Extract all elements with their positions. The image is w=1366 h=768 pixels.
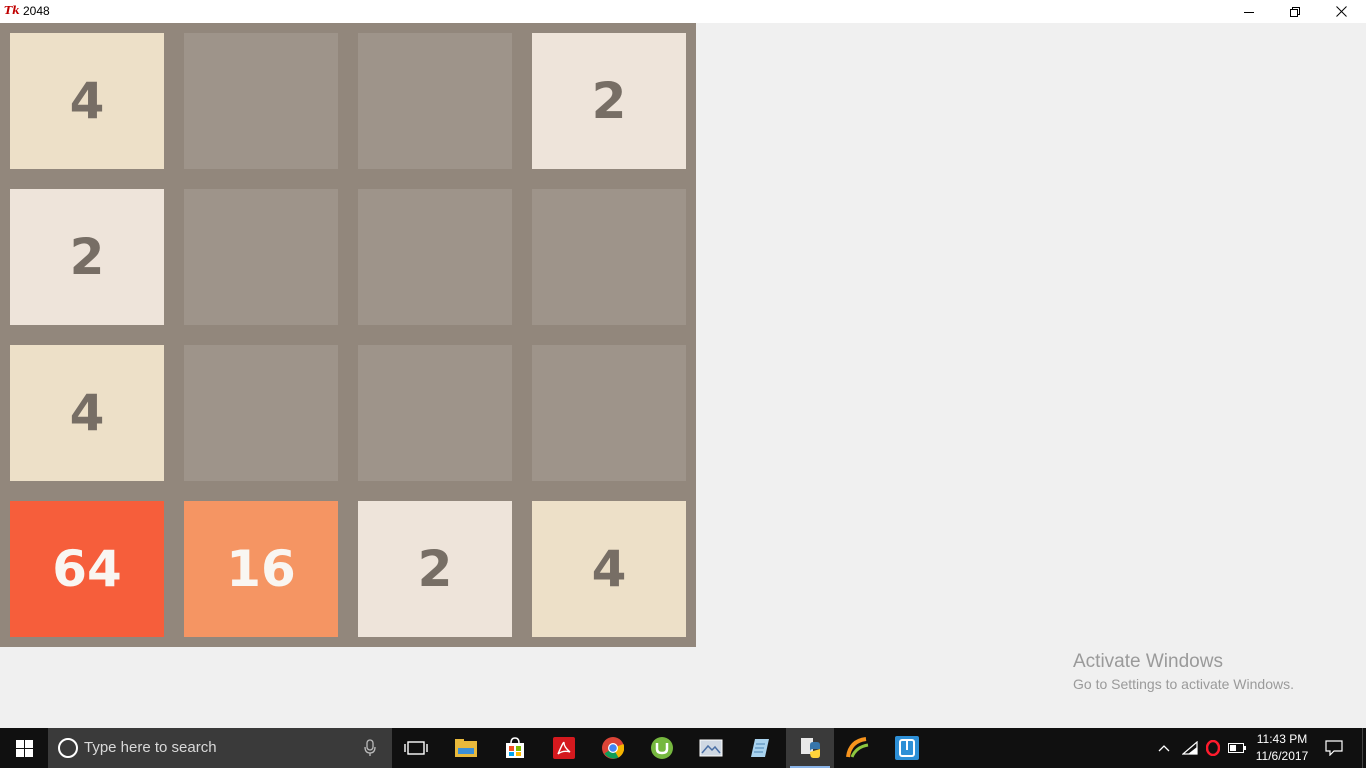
battery-button[interactable] [1226,728,1248,768]
opera-icon [1206,740,1220,756]
window-title: 2048 [23,4,50,18]
acrobat-icon [553,737,575,759]
empty-cell [358,33,512,169]
image-viewer-icon [699,739,723,757]
empty-cell [358,345,512,481]
window-titlebar: Tk 2048 [0,0,1366,23]
task-view-icon [404,741,428,755]
clock-time: 11:43 PM [1256,732,1308,746]
tile-value: 4 [69,384,105,442]
empty-cell [184,189,338,325]
close-button[interactable] [1318,0,1364,23]
acrobat-button[interactable] [540,728,588,768]
image-viewer-button[interactable] [687,728,735,768]
tile-16: 16 [184,501,338,637]
orange-app-button[interactable] [834,728,882,768]
tile-4: 4 [10,345,164,481]
python-icon [801,738,820,758]
store-icon [506,737,524,758]
chrome-button[interactable] [589,728,637,768]
notepad-icon [751,739,769,757]
empty-cell [532,345,686,481]
tile-2: 2 [10,189,164,325]
empty-cell [184,345,338,481]
minimize-icon [1244,11,1254,13]
taskbar-search-box[interactable]: Type here to search [48,728,392,768]
action-center-button[interactable] [1320,728,1348,768]
watermark-subtitle: Go to Settings to activate Windows. [1073,676,1294,692]
tile-2: 2 [532,33,686,169]
start-button[interactable] [0,728,48,768]
clock-date: 11/6/2017 [1255,749,1309,763]
tile-64: 64 [10,501,164,637]
search-placeholder: Type here to search [84,739,217,756]
show-hidden-icons-button[interactable] [1154,728,1174,768]
wifi-icon [1182,741,1198,755]
tile-value: 2 [69,228,105,286]
tile-value: 2 [417,540,453,598]
empty-cell [532,189,686,325]
close-icon [1335,6,1347,17]
empty-cell [184,33,338,169]
taskbar: Type here to search 11:43 PM 11/6/2017 [0,728,1366,768]
tile-2: 2 [358,501,512,637]
opera-tray-button[interactable] [1203,728,1223,768]
app-icon-blue [895,736,919,760]
microphone-icon[interactable] [364,739,376,757]
restore-icon [1290,6,1300,17]
utorrent-button[interactable] [638,728,686,768]
battery-icon [1228,743,1246,753]
maximize-button[interactable] [1272,0,1318,23]
chevron-up-icon [1158,745,1170,752]
tk-app-icon: Tk [4,4,20,17]
utorrent-icon [651,737,673,759]
empty-cell [358,189,512,325]
tile-value: 4 [591,540,627,598]
chrome-icon [602,737,624,759]
tile-4: 4 [10,33,164,169]
taskbar-clock[interactable]: 11:43 PM 11/6/2017 [1246,731,1318,765]
task-view-button[interactable] [392,728,440,768]
cortana-icon [58,738,78,758]
blue-app-button[interactable] [883,728,931,768]
network-button[interactable] [1180,728,1200,768]
show-desktop-button[interactable] [1362,728,1366,768]
game-board: 4 2 2 4 64 16 2 4 [0,23,696,647]
file-explorer-icon [455,739,477,757]
tile-value: 2 [591,72,627,130]
tile-value: 16 [226,540,296,598]
file-explorer-button[interactable] [442,728,490,768]
tile-value: 64 [52,540,122,598]
tile-value: 4 [69,72,105,130]
windows-logo-icon [15,739,33,757]
minimize-button[interactable] [1226,0,1272,23]
watermark-title: Activate Windows [1073,651,1223,672]
store-button[interactable] [491,728,539,768]
notification-icon [1325,740,1343,756]
app-icon-orange [846,737,869,758]
tile-4: 4 [532,501,686,637]
activate-windows-watermark: Activate Windows Go to Settings to activ… [1073,651,1294,694]
notepad-button[interactable] [736,728,784,768]
python-button[interactable] [786,728,834,768]
